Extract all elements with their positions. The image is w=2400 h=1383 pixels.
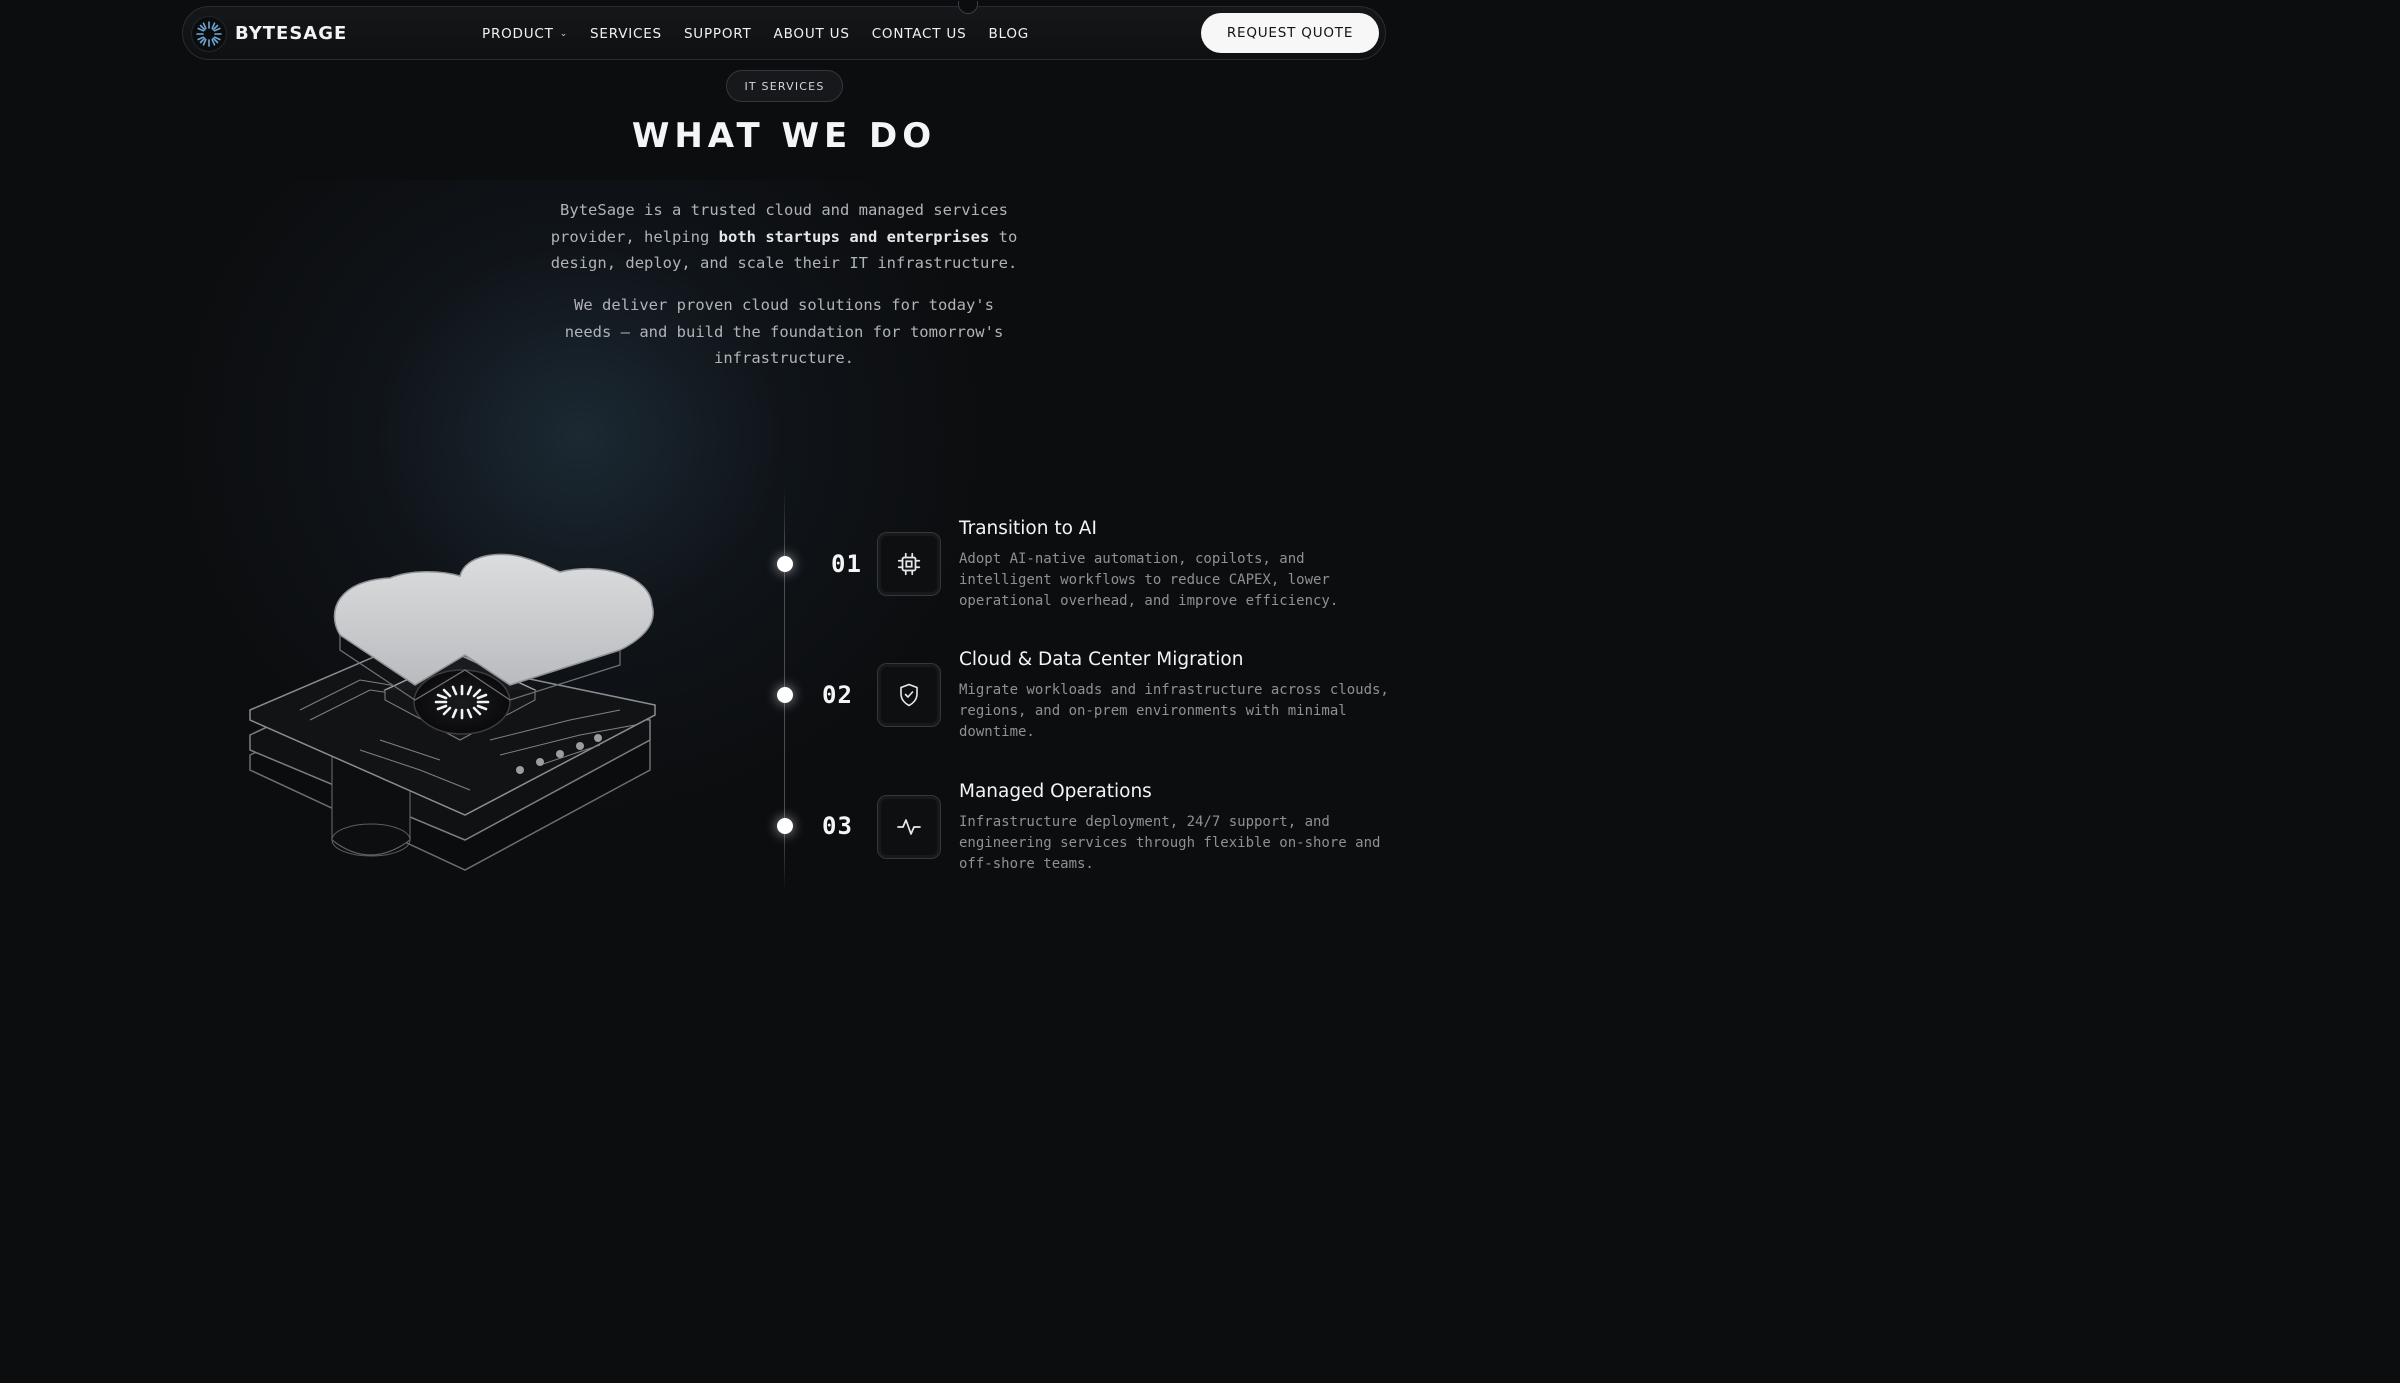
nav-item-services[interactable]: SERVICES	[590, 26, 662, 42]
service-title: Managed Operations	[959, 781, 1152, 802]
nav-item-contact-us[interactable]: CONTACT US	[872, 26, 967, 42]
intro-text-bold: both startups and enterprises	[718, 227, 990, 246]
timeline-dot	[777, 818, 793, 834]
service-description: Migrate workloads and infrastructure acr…	[959, 682, 1389, 740]
cloud-chip-illustration	[240, 540, 670, 884]
service-icon-box	[877, 663, 941, 727]
service-number: 03	[822, 812, 853, 840]
nav-item-support[interactable]: SUPPORT	[684, 26, 752, 42]
shield-check-icon	[900, 683, 918, 707]
service-number: 01	[831, 550, 862, 578]
service-icon-box	[877, 795, 941, 859]
service-title: Cloud & Data Center Migration	[959, 649, 1244, 670]
section-title: WHAT WE DO	[631, 116, 937, 156]
service-description: Adopt AI-native automation, copilots, an…	[959, 551, 1339, 609]
intro-paragraph: ByteSage is a trusted cloud and managed …	[0, 197, 1568, 277]
timeline-dot	[777, 687, 793, 703]
tagline-text: We deliver proven cloud solutions for to…	[564, 296, 1004, 368]
service-number: 02	[822, 681, 853, 709]
nav-item-label: PRODUCT	[482, 26, 554, 42]
service-title: Transition to AI	[959, 518, 1097, 539]
cpu-icon	[897, 552, 921, 576]
activity-pulse-icon	[897, 819, 921, 835]
top-navbar: BYTESAGE PRODUCT ⌄ SERVICES SUPPORT ABOU…	[182, 1, 1386, 60]
section-eyebrow-badge: IT SERVICES	[726, 70, 843, 102]
request-quote-button[interactable]: REQUEST QUOTE	[1201, 13, 1379, 53]
nav-item-product[interactable]: PRODUCT ⌄	[482, 26, 568, 42]
main-menu: PRODUCT ⌄ SERVICES SUPPORT ABOUT US CONT…	[482, 26, 1051, 42]
nav-notch	[958, 1, 978, 14]
brand-logo-icon[interactable]	[191, 16, 227, 52]
chevron-down-icon: ⌄	[559, 29, 569, 39]
nav-item-about-us[interactable]: ABOUT US	[774, 26, 850, 42]
service-icon-box	[877, 532, 941, 596]
tagline-paragraph: We deliver proven cloud solutions for to…	[0, 292, 1568, 372]
timeline-dot	[777, 556, 793, 572]
nav-item-blog[interactable]: BLOG	[988, 26, 1029, 42]
brand-name[interactable]: BYTESAGE	[235, 23, 347, 44]
service-description: Infrastructure deployment, 24/7 support,…	[959, 814, 1381, 872]
